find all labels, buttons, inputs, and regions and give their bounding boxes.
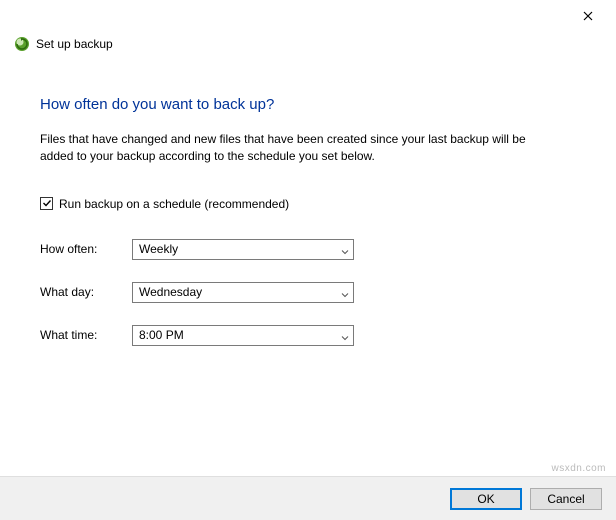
page-heading: How often do you want to back up? [40, 96, 576, 113]
page-description: Files that have changed and new files th… [40, 131, 560, 165]
close-button[interactable] [568, 4, 608, 28]
schedule-checkbox-label: Run backup on a schedule (recommended) [59, 197, 289, 211]
ok-button[interactable]: OK [450, 488, 522, 510]
what-time-row: What time: 8:00 PM [40, 325, 576, 346]
checkmark-icon [42, 197, 52, 211]
what-time-value: 8:00 PM [139, 328, 184, 342]
how-often-select[interactable]: Weekly [132, 239, 354, 260]
how-often-value: Weekly [139, 242, 178, 256]
chevron-down-icon [341, 288, 349, 296]
chevron-down-icon [341, 331, 349, 339]
footer: OK Cancel [0, 476, 616, 520]
titlebar [0, 0, 616, 30]
window-title: Set up backup [36, 37, 113, 51]
how-often-row: How often: Weekly [40, 239, 576, 260]
how-often-label: How often: [40, 242, 132, 256]
what-time-select[interactable]: 8:00 PM [132, 325, 354, 346]
what-day-label: What day: [40, 285, 132, 299]
close-icon [583, 9, 593, 24]
what-day-select[interactable]: Wednesday [132, 282, 354, 303]
content-area: How often do you want to back up? Files … [0, 52, 616, 346]
what-time-label: What time: [40, 328, 132, 342]
schedule-checkbox-row: Run backup on a schedule (recommended) [40, 197, 576, 211]
what-day-row: What day: Wednesday [40, 282, 576, 303]
schedule-checkbox[interactable] [40, 197, 53, 210]
what-day-value: Wednesday [139, 285, 202, 299]
cancel-button[interactable]: Cancel [530, 488, 602, 510]
watermark: wsxdn.com [551, 463, 606, 474]
backup-icon [14, 36, 30, 52]
window-header: Set up backup [0, 36, 616, 52]
chevron-down-icon [341, 245, 349, 253]
